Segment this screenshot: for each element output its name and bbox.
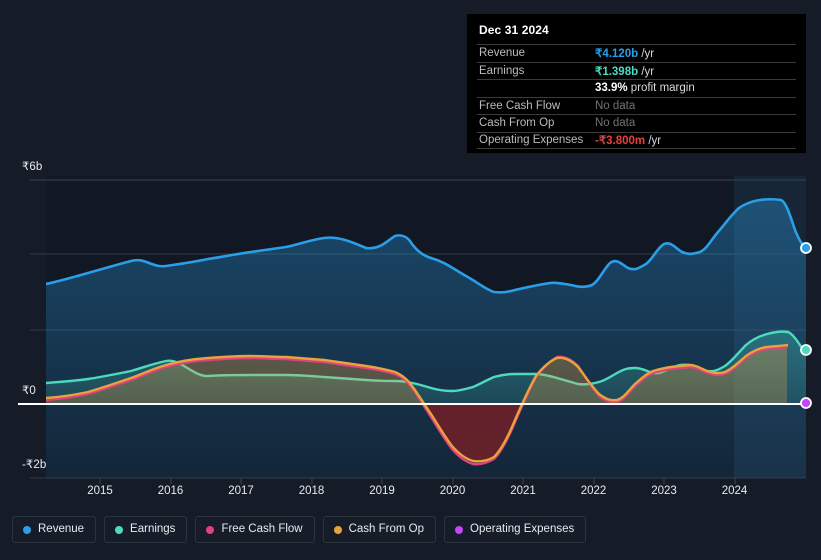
x-axis-label-2020: 2020 [439, 485, 466, 497]
legend-color-dot-icon [333, 525, 342, 534]
tooltip-row-key: Cash From Op [479, 117, 555, 130]
tooltip-row: Operating Expenses -₹3.800m /yr [477, 131, 796, 149]
x-axis-label-2019: 2019 [369, 485, 395, 497]
tooltip-row: Earnings ₹1.398b /yr [477, 61, 796, 80]
tooltip-row-value: No data [595, 117, 636, 130]
x-axis-label-2016: 2016 [157, 485, 184, 497]
tooltip-row: Revenue ₹4.120b /yr [477, 44, 796, 62]
legend-item-operating-expenses[interactable]: Operating Expenses [444, 516, 587, 543]
legend-color-dot-icon [23, 525, 31, 534]
legend-item-label: Revenue [38, 522, 85, 535]
legend-item-revenue[interactable]: Revenue [12, 516, 97, 543]
tooltip-row: Free Cash Flow No data [477, 96, 796, 115]
operating-expenses-endpoint-marker[interactable] [800, 397, 812, 409]
legend-item-label: Free Cash Flow [221, 522, 303, 535]
x-axis-labels: 2015 2016 2017 2018 2019 2020 2021 2022 2023 2024 [0, 485, 821, 503]
earnings-endpoint-marker[interactable] [800, 344, 812, 356]
legend-item-cash-from-op[interactable]: Cash From Op [322, 516, 437, 543]
x-axis-label-2015: 2015 [87, 485, 113, 497]
x-axis-label-2023: 2023 [651, 485, 677, 497]
tooltip-row-value: 33.9% profit margin [595, 82, 695, 95]
tooltip-row: 33.9% profit margin [477, 79, 796, 97]
financial-chart-page: ₹6b ₹0 -₹2b 2015 2016 2017 2018 2019 2020 2021… [0, 0, 821, 560]
x-axis-label-2022: 2022 [580, 485, 607, 497]
tooltip-row-key: Operating Expenses [479, 134, 584, 147]
tooltip-row-key: Earnings [479, 64, 525, 77]
tooltip-row-key: Free Cash Flow [479, 99, 561, 112]
x-axis-label-2018: 2018 [298, 485, 325, 497]
y-axis-label-6b: ₹6b [22, 161, 43, 173]
legend-item-label: Cash From Op [348, 522, 425, 535]
x-axis-ticks [99, 478, 736, 484]
tooltip-row-key: Revenue [479, 47, 526, 60]
tooltip-row-value: No data [595, 99, 636, 112]
y-axis-label-neg2b: -₹2b [22, 459, 47, 471]
legend-item-label: Earnings [130, 522, 176, 535]
legend-item-label: Operating Expenses [470, 522, 575, 535]
x-axis-label-2021: 2021 [510, 485, 536, 497]
revenue-endpoint-marker[interactable] [800, 242, 812, 254]
chart-legend: Revenue Earnings Free Cash Flow Cash From O… [12, 516, 587, 543]
tooltip-row-value: ₹4.120b /yr [595, 48, 655, 61]
legend-item-earnings[interactable]: Earnings [104, 516, 188, 543]
x-axis-label-2017: 2017 [228, 485, 254, 497]
tooltip-row-value: -₹3.800m /yr [595, 135, 662, 148]
legend-item-free-cash-flow[interactable]: Free Cash Flow [195, 516, 315, 543]
x-axis-label-2024: 2024 [721, 485, 748, 497]
data-tooltip: Dec 31 2024 Revenue ₹4.120b /yr Earnings ₹1… [467, 14, 806, 153]
tooltip-title: Dec 31 2024 [479, 23, 549, 37]
y-axis-label-0: ₹0 [22, 385, 36, 397]
legend-color-dot-icon [115, 525, 124, 534]
tooltip-row: Cash From Op No data [477, 114, 796, 132]
legend-color-dot-icon [206, 525, 215, 534]
legend-color-dot-icon [455, 525, 464, 534]
tooltip-rows: Revenue ₹4.120b /yr Earnings ₹1.398b /yr 33.… [477, 44, 796, 149]
tooltip-row-value: ₹1.398b /yr [595, 65, 655, 78]
